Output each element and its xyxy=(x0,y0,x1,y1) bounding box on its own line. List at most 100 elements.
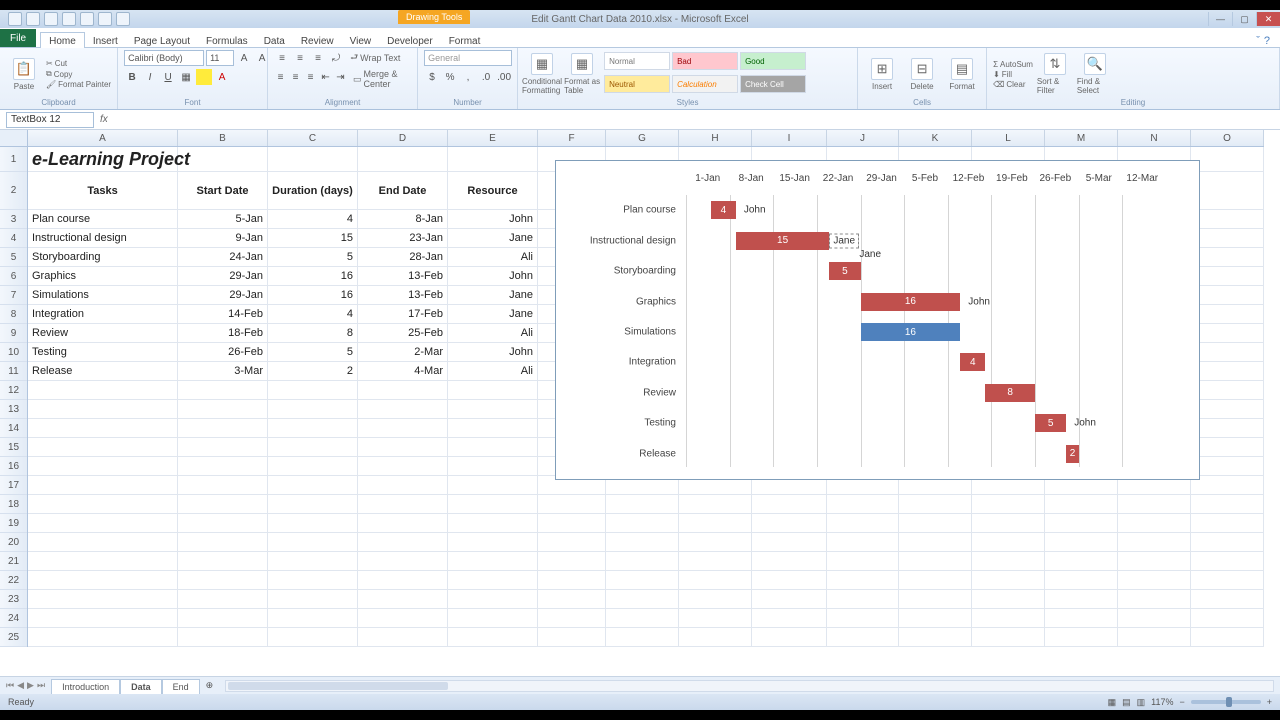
row-header[interactable]: 4 xyxy=(0,229,27,248)
cell[interactable] xyxy=(538,628,606,647)
cell[interactable] xyxy=(28,438,178,457)
border-icon[interactable]: ▦ xyxy=(178,69,194,85)
column-header[interactable]: A xyxy=(28,130,178,146)
cell[interactable]: Integration xyxy=(28,305,178,324)
decrease-indent-icon[interactable]: ⇤ xyxy=(319,69,332,85)
cell[interactable]: Duration (days) xyxy=(268,172,358,210)
column-header[interactable]: G xyxy=(606,130,679,146)
cell[interactable] xyxy=(1191,609,1264,628)
align-middle-icon[interactable]: ≡ xyxy=(292,50,308,66)
cell[interactable]: Resource xyxy=(448,172,538,210)
cell[interactable]: Instructional design xyxy=(28,229,178,248)
cell[interactable] xyxy=(268,400,358,419)
row-header[interactable]: 1 xyxy=(0,147,27,172)
column-header[interactable]: H xyxy=(679,130,752,146)
cell[interactable] xyxy=(28,571,178,590)
chart-bar[interactable]: 16 xyxy=(861,323,961,341)
cell[interactable] xyxy=(1045,571,1118,590)
cell[interactable] xyxy=(268,495,358,514)
cell[interactable] xyxy=(1191,210,1264,229)
column-header[interactable]: M xyxy=(1045,130,1118,146)
cell[interactable]: Review xyxy=(28,324,178,343)
cell[interactable]: Release xyxy=(28,362,178,381)
worksheet-grid[interactable]: ABCDEFGHIJKLMNO 123456789101112131415161… xyxy=(0,130,1280,676)
cell[interactable] xyxy=(28,457,178,476)
cell[interactable] xyxy=(1118,571,1191,590)
chart-bar[interactable]: 5John xyxy=(1035,414,1066,432)
zoom-value[interactable]: 117% xyxy=(1151,697,1173,707)
sort-filter-button[interactable]: ⇅Sort & Filter xyxy=(1037,53,1073,95)
cell[interactable]: 9-Jan xyxy=(178,229,268,248)
cell[interactable] xyxy=(1045,628,1118,647)
increase-indent-icon[interactable]: ⇥ xyxy=(334,69,347,85)
cell[interactable] xyxy=(538,514,606,533)
cell[interactable] xyxy=(358,495,448,514)
column-header[interactable]: C xyxy=(268,130,358,146)
new-sheet-icon[interactable]: ⊕ xyxy=(200,680,220,691)
cell[interactable]: John xyxy=(448,343,538,362)
cell[interactable]: 2 xyxy=(268,362,358,381)
cell[interactable] xyxy=(972,628,1045,647)
cell[interactable] xyxy=(972,571,1045,590)
gantt-chart[interactable]: 1-Jan8-Jan15-Jan22-Jan29-Jan5-Feb12-Feb1… xyxy=(555,160,1200,480)
chart-bar[interactable]: 8 xyxy=(985,384,1035,402)
view-normal-icon[interactable]: ▦ xyxy=(1108,697,1117,708)
cell[interactable] xyxy=(178,147,268,172)
cell[interactable]: Tasks xyxy=(28,172,178,210)
cell[interactable] xyxy=(448,609,538,628)
row-header[interactable]: 10 xyxy=(0,343,27,362)
row-header[interactable]: 23 xyxy=(0,590,27,609)
cell[interactable]: 5 xyxy=(268,248,358,267)
cell[interactable] xyxy=(899,590,972,609)
cell[interactable] xyxy=(606,609,679,628)
column-header[interactable]: L xyxy=(972,130,1045,146)
copy-button[interactable]: ⧉ Copy xyxy=(46,69,111,79)
increase-decimal-icon[interactable]: .0 xyxy=(478,69,494,85)
cell[interactable]: Jane xyxy=(448,305,538,324)
cell[interactable] xyxy=(538,552,606,571)
cell[interactable] xyxy=(538,590,606,609)
cell[interactable] xyxy=(358,514,448,533)
cell[interactable] xyxy=(899,533,972,552)
undo-icon[interactable] xyxy=(44,12,58,26)
cell[interactable]: Plan course xyxy=(28,210,178,229)
row-header[interactable]: 5 xyxy=(0,248,27,267)
cell[interactable] xyxy=(752,590,827,609)
chart-bar[interactable]: 15Jane xyxy=(736,232,830,250)
row-header[interactable]: 3 xyxy=(0,210,27,229)
autosum-button[interactable]: Σ AutoSum xyxy=(993,60,1033,69)
cell[interactable] xyxy=(178,609,268,628)
cell[interactable] xyxy=(178,590,268,609)
cell[interactable] xyxy=(1118,609,1191,628)
cell[interactable] xyxy=(358,476,448,495)
conditional-formatting-button[interactable]: ▦Conditional Formatting xyxy=(524,53,560,95)
sheet-tab[interactable]: End xyxy=(162,679,200,694)
cell[interactable] xyxy=(28,533,178,552)
cell[interactable] xyxy=(752,552,827,571)
cell[interactable] xyxy=(1191,248,1264,267)
row-header[interactable]: 22 xyxy=(0,571,27,590)
cell[interactable] xyxy=(448,438,538,457)
cell[interactable] xyxy=(752,609,827,628)
row-header[interactable]: 25 xyxy=(0,628,27,647)
column-header[interactable]: K xyxy=(899,130,972,146)
sheet-nav[interactable]: ⏮◀▶⏭ xyxy=(0,680,51,691)
cell[interactable] xyxy=(178,495,268,514)
cell[interactable] xyxy=(268,552,358,571)
cell[interactable] xyxy=(448,419,538,438)
chart-bar[interactable]: 4 xyxy=(960,353,985,371)
row-header[interactable]: 14 xyxy=(0,419,27,438)
cell[interactable] xyxy=(178,457,268,476)
cell[interactable]: Ali xyxy=(448,362,538,381)
cell[interactable] xyxy=(538,609,606,628)
cell[interactable] xyxy=(268,609,358,628)
cell[interactable] xyxy=(178,514,268,533)
cell[interactable]: 24-Jan xyxy=(178,248,268,267)
cell[interactable] xyxy=(1118,495,1191,514)
cell[interactable] xyxy=(358,533,448,552)
cell[interactable]: Ali xyxy=(448,248,538,267)
percent-icon[interactable]: % xyxy=(442,69,458,85)
chart-data-label[interactable]: John xyxy=(1066,418,1096,429)
cell[interactable] xyxy=(679,571,752,590)
cell[interactable]: 4 xyxy=(268,210,358,229)
